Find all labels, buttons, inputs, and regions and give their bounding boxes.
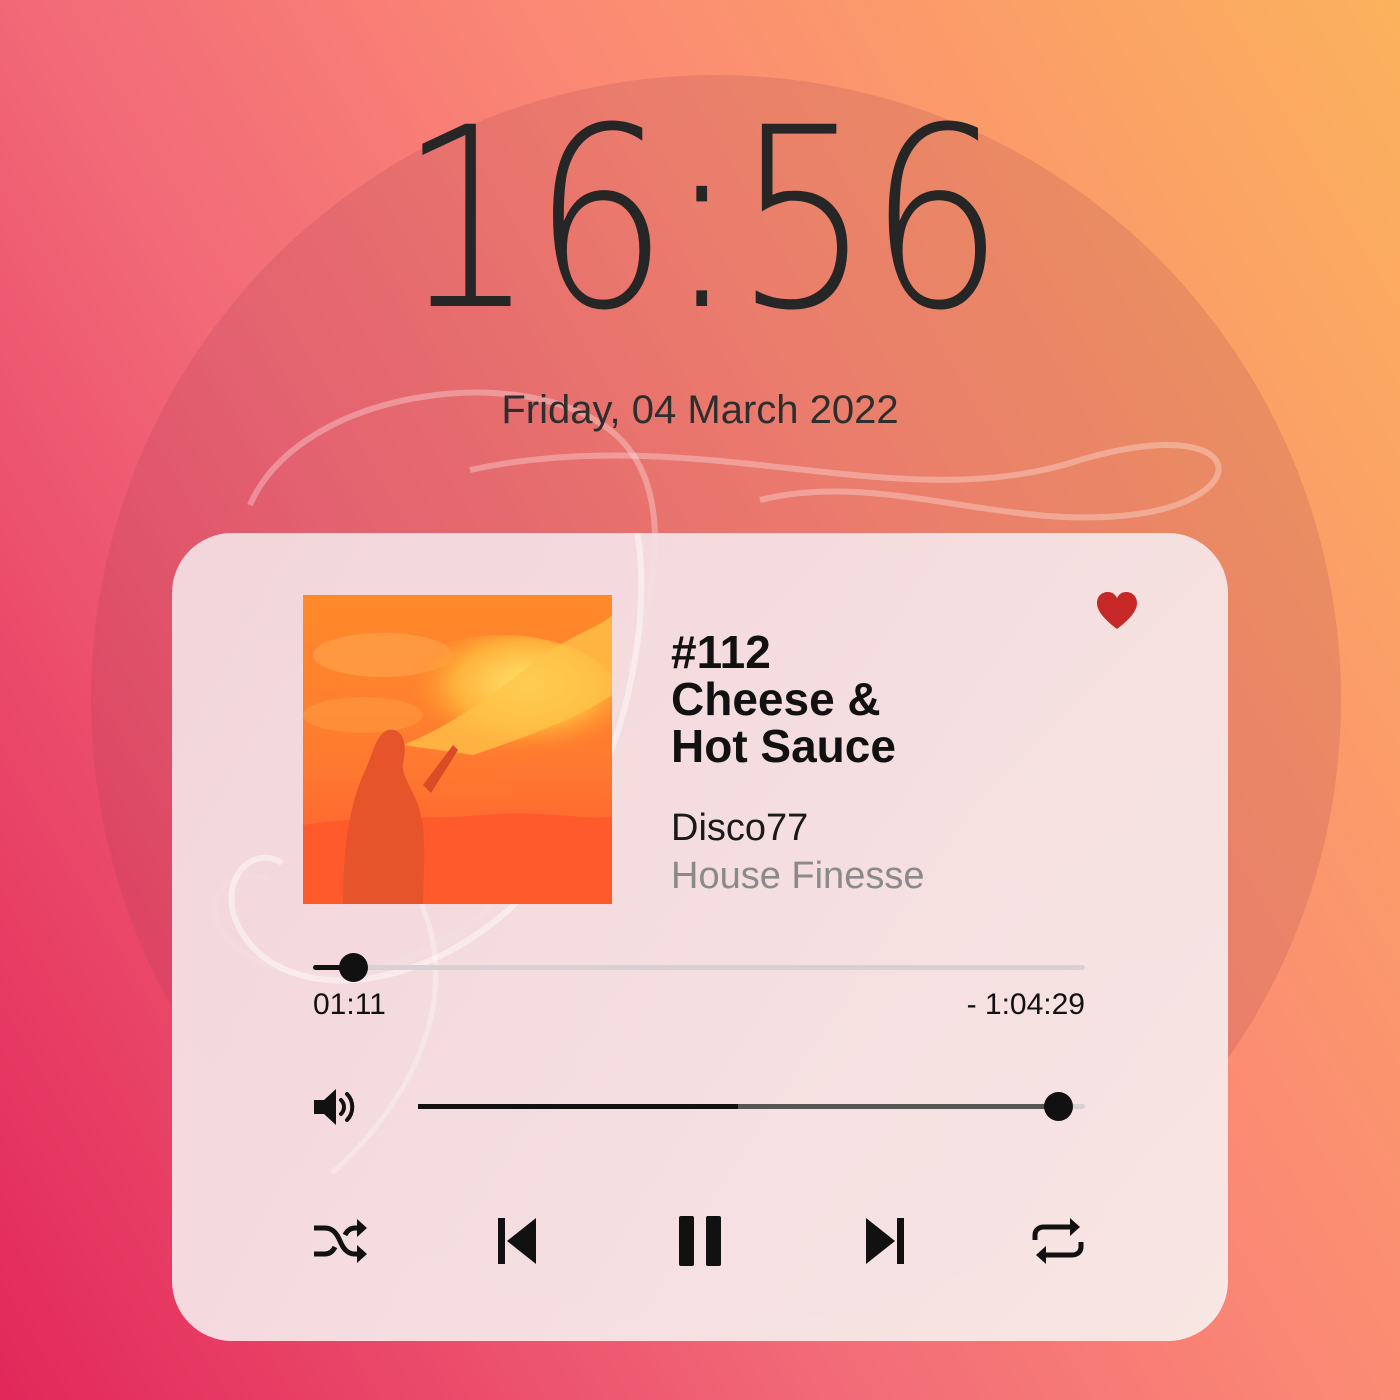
album-art bbox=[303, 595, 612, 904]
lockscreen-clock: 16:56 bbox=[398, 74, 1005, 365]
repeat-button[interactable] bbox=[1028, 1213, 1088, 1269]
repeat-icon bbox=[1032, 1218, 1084, 1264]
previous-icon bbox=[498, 1218, 536, 1264]
next-button[interactable] bbox=[858, 1213, 912, 1269]
media-player-card: #112 Cheese & Hot Sauce Disco77 House Fi… bbox=[172, 533, 1228, 1341]
volume-icon[interactable] bbox=[312, 1083, 362, 1131]
artist-name: Disco77 bbox=[671, 807, 809, 849]
previous-button[interactable] bbox=[490, 1213, 544, 1269]
elapsed-time: 01:11 bbox=[313, 988, 386, 1021]
volume-slider[interactable] bbox=[418, 1092, 1085, 1121]
title-line-1: Cheese & bbox=[671, 673, 881, 725]
pause-icon bbox=[679, 1216, 721, 1266]
lockscreen-date: Friday, 04 March 2022 bbox=[501, 388, 899, 432]
pause-button[interactable] bbox=[672, 1213, 728, 1269]
shuffle-icon bbox=[314, 1219, 367, 1263]
volume-knob[interactable] bbox=[1044, 1092, 1074, 1121]
volume-fill bbox=[418, 1104, 739, 1109]
shuffle-button[interactable] bbox=[310, 1213, 370, 1269]
favorite-heart-icon[interactable] bbox=[1096, 591, 1138, 631]
title-line-2: Hot Sauce bbox=[671, 720, 896, 772]
progress-knob[interactable] bbox=[339, 953, 369, 982]
next-icon bbox=[866, 1218, 904, 1264]
episode-number: #112 bbox=[671, 626, 771, 678]
progress-slider[interactable] bbox=[313, 953, 1085, 982]
remaining-time: - 1:04:29 bbox=[966, 988, 1085, 1021]
track-title: #112 Cheese & Hot Sauce bbox=[671, 629, 1071, 770]
volume-fill-secondary bbox=[738, 1104, 1059, 1109]
album-name: House Finesse bbox=[671, 855, 925, 897]
